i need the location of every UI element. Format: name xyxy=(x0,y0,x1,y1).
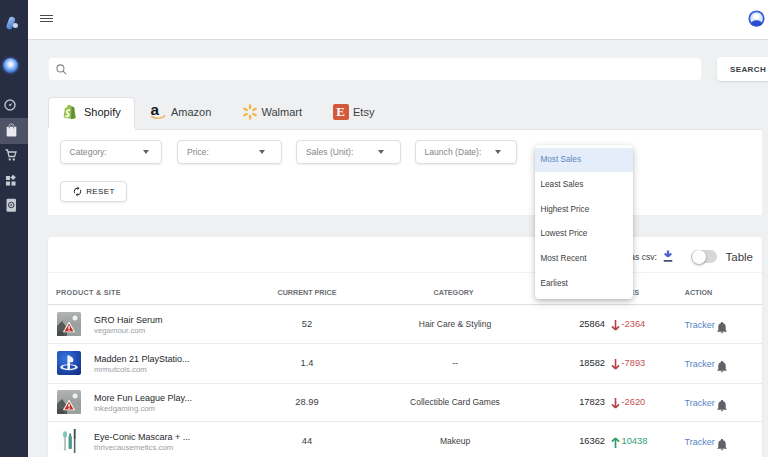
svg-text:a: a xyxy=(150,101,159,118)
